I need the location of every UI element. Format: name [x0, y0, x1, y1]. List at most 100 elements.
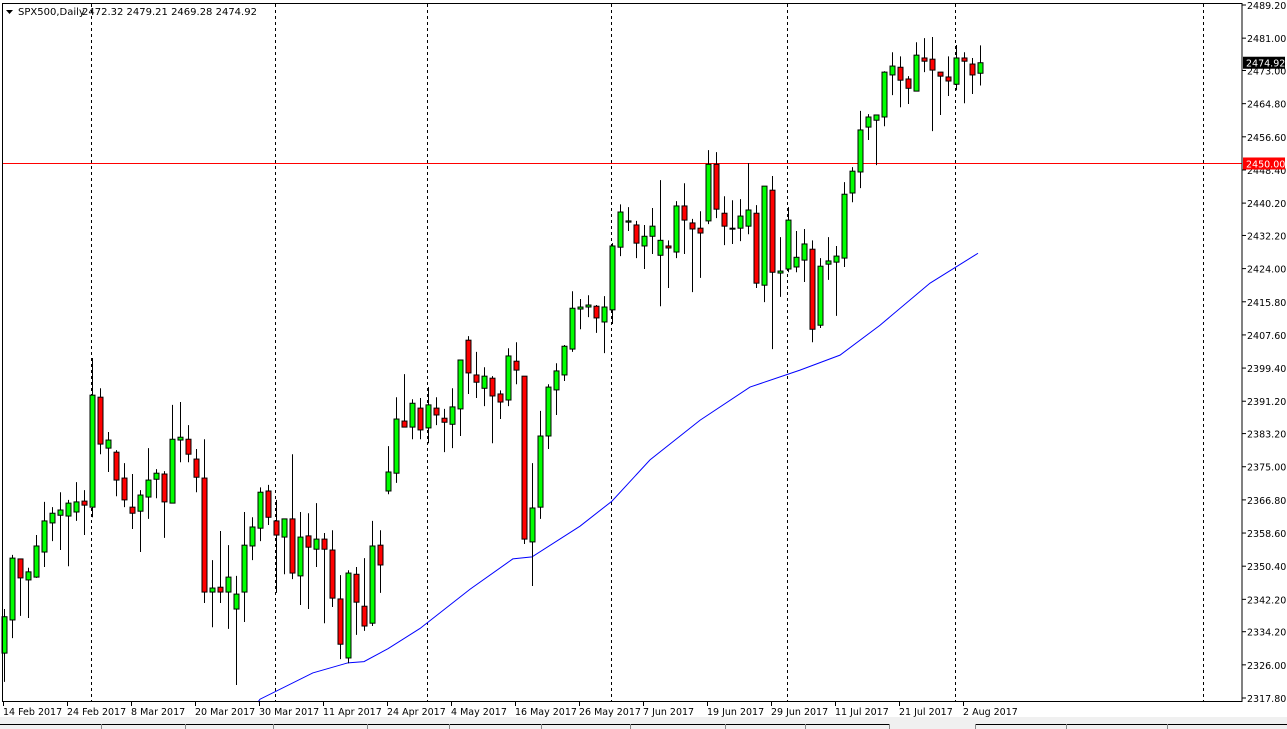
candle-body-bear	[17, 558, 24, 579]
candle-body-bull	[169, 438, 176, 504]
candle-body-bear	[121, 477, 128, 501]
time-tick-label: 4 May 2017	[451, 707, 507, 718]
price-tick-label: 2342.20	[1247, 595, 1286, 606]
candle-body-bear	[97, 396, 104, 445]
candle-body-bear	[905, 78, 912, 89]
candle-body-bull	[841, 193, 848, 259]
candle-body-bear	[401, 420, 408, 428]
candle-body-bull	[177, 436, 184, 441]
candle-body-bull	[57, 509, 64, 516]
candle-body-bull	[625, 220, 632, 223]
candle-body-bull	[9, 557, 16, 621]
candle-body-bull	[537, 435, 544, 508]
candle-body-bear	[921, 57, 928, 62]
price-tick-label: 2375.00	[1247, 463, 1286, 474]
candle-body-bull	[41, 520, 48, 553]
price-chart[interactable]: 2489.202481.002473.002464.802456.602448.…	[0, 0, 1287, 729]
candle-body-bear	[521, 375, 528, 540]
candle-body-bull	[481, 375, 488, 389]
candle-body-bull	[873, 114, 880, 121]
candle-body-bear	[713, 163, 720, 210]
candle-body-bear	[593, 305, 600, 319]
price-tick-label: 2399.40	[1247, 364, 1286, 375]
candle-body-bull	[225, 576, 232, 593]
candle-body-bear	[961, 57, 968, 62]
price-tick-label: 2415.80	[1247, 298, 1286, 309]
chart-background	[0, 0, 1287, 729]
price-tick-label: 2481.00	[1247, 34, 1286, 45]
time-tick-label: 2 Aug 2017	[963, 707, 1018, 718]
candle-body-bull	[545, 386, 552, 437]
candle-body-bear	[633, 224, 640, 244]
price-tick-label: 2366.80	[1247, 496, 1286, 507]
current-price-label: 2474.92	[1246, 59, 1285, 70]
chart-header: SPX500,Daily 2472.32 2479.21 2469.28 247…	[6, 7, 257, 18]
candle-body-bull	[49, 512, 56, 524]
candle-body-bull	[505, 355, 512, 401]
candle-body-bull	[737, 215, 744, 229]
candle-body-bull	[385, 471, 392, 492]
time-tick-label: 21 Jul 2017	[899, 707, 953, 718]
candle-body-bull	[553, 370, 560, 391]
candle-body-bull	[33, 545, 40, 578]
candle-body-bull	[73, 501, 80, 513]
candle-body-bull	[65, 502, 72, 517]
candle-body-bull	[801, 243, 808, 261]
candle	[809, 240, 816, 343]
candle-body-bull	[233, 593, 240, 610]
candle-body-bull	[601, 306, 608, 323]
candle-body-bear	[489, 377, 496, 397]
candle-body-bull	[825, 260, 832, 265]
hline-price-label: 2450.00	[1246, 159, 1285, 170]
candle-body-bear	[697, 227, 704, 234]
time-tick-label: 24 Feb 2017	[67, 707, 126, 718]
candle-body-bear	[753, 212, 760, 284]
candle-body-bull	[857, 129, 864, 173]
candle-body-bull	[249, 526, 256, 547]
candle-body-bull	[569, 307, 576, 350]
candle-body-bear	[465, 339, 472, 374]
candle-body-bull	[529, 507, 536, 543]
time-tick-label: 29 Jun 2017	[771, 707, 828, 718]
candle-body-bull	[281, 518, 288, 538]
candle-body-bear	[361, 605, 368, 627]
price-tick-label: 2326.00	[1247, 661, 1286, 672]
candle-body-bull	[833, 255, 840, 263]
candle	[841, 182, 848, 267]
candle-body-bull	[297, 536, 304, 577]
candle-body-bear	[161, 473, 168, 503]
candle-body-bull	[105, 439, 112, 449]
candle-body-bull	[673, 205, 680, 253]
candle-body-bull	[241, 544, 248, 593]
candle-body-bear	[329, 549, 336, 599]
candle-body-bear	[937, 71, 944, 77]
price-tick-label: 2464.80	[1247, 100, 1286, 111]
candle	[673, 201, 680, 259]
candle-body-bull	[145, 479, 152, 498]
candle-body-bull	[953, 57, 960, 85]
candle-body-bull	[609, 245, 616, 311]
candle-body-bull	[313, 538, 320, 550]
time-tick-label: 8 Mar 2017	[131, 707, 185, 718]
candle-body-bull	[977, 62, 984, 74]
candle-body-bull	[345, 572, 352, 659]
candle-body-bull	[785, 219, 792, 270]
candle-body-bear	[441, 417, 448, 423]
candle-body-bear	[809, 248, 816, 330]
candle	[345, 570, 352, 664]
candle-body-bear	[929, 58, 936, 71]
candle-body-bear	[665, 245, 672, 249]
candle-body-bull	[369, 545, 376, 624]
price-tick-label: 2432.20	[1247, 231, 1286, 242]
time-tick-label: 19 Jun 2017	[707, 707, 764, 718]
time-tick-label: 11 Jul 2017	[835, 707, 889, 718]
price-tick-label: 2358.60	[1247, 529, 1286, 540]
time-tick-label: 26 May 2017	[579, 707, 641, 718]
candle-body-bull	[153, 472, 160, 480]
candle-body-bear	[681, 205, 688, 221]
candle-body-bull	[865, 116, 872, 128]
candle-body-bear	[945, 76, 952, 82]
candle-body-bear	[305, 535, 312, 548]
candle-body-bear	[201, 477, 208, 593]
price-tick-label: 2407.60	[1247, 331, 1286, 342]
